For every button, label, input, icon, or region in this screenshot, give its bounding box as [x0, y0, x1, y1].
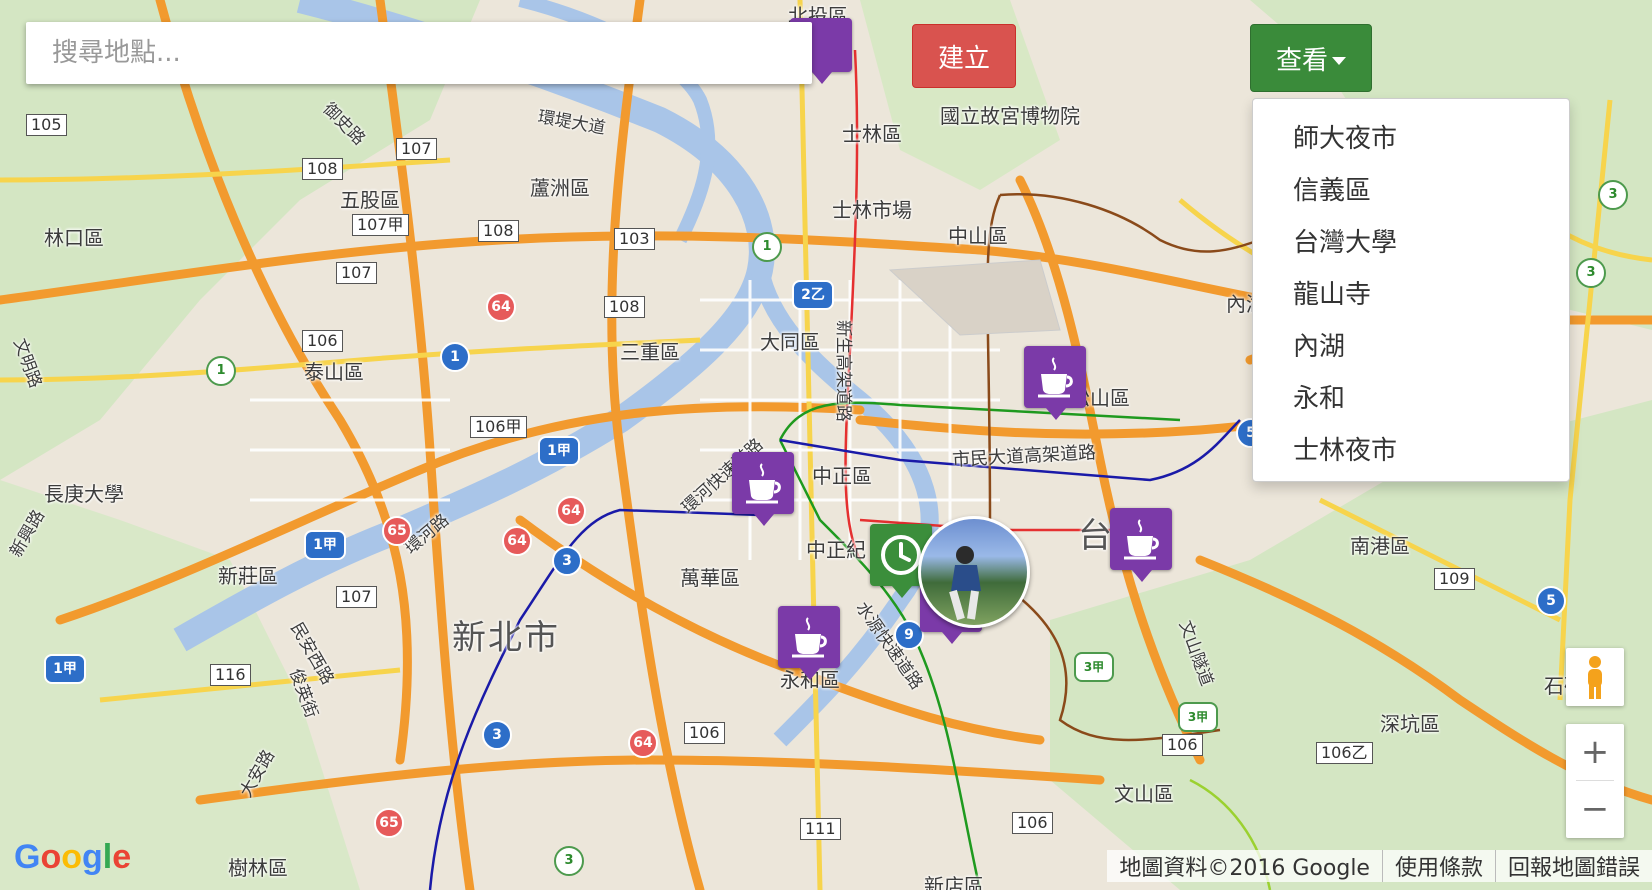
route-shield: 106	[1162, 734, 1203, 756]
map-label: 大同區	[760, 330, 820, 354]
route-shield: 106乙	[1316, 742, 1373, 764]
county-shield: 3	[1598, 180, 1628, 210]
route-shield: 106	[302, 330, 343, 352]
route-shield: 108	[604, 296, 645, 318]
route-shield: 106	[684, 722, 725, 744]
provincial-shield: 2乙	[792, 280, 834, 310]
map-footer: 地圖資料©2016 Google 使用條款 回報地圖錯誤	[1107, 850, 1652, 882]
route-shield: 109	[1434, 568, 1475, 590]
county-shield: 1	[752, 232, 782, 262]
coffee-cup-icon	[1124, 519, 1159, 560]
route-shield: 107	[336, 586, 377, 608]
county-shield: 1	[206, 356, 236, 386]
svg-text:Google: Google	[14, 838, 131, 876]
map-label: 樹林區	[228, 856, 288, 880]
map-data-attribution: 地圖資料©2016 Google	[1107, 850, 1383, 882]
cafe-marker[interactable]	[732, 452, 794, 526]
road-label: 中正紀	[806, 538, 866, 562]
zoom-control: + −	[1566, 724, 1624, 838]
menu-item-shilin-night-market[interactable]: 士林夜市	[1253, 425, 1569, 477]
map-label: 三重區	[620, 340, 680, 364]
map-label: 台	[1078, 516, 1114, 556]
coffee-cup-icon	[792, 617, 827, 658]
map-label: 五股區	[340, 188, 400, 212]
user-avatar[interactable]	[918, 516, 1030, 628]
person-photo-icon	[949, 546, 981, 621]
county-shield: 3甲	[1178, 702, 1218, 732]
map-label: 文山區	[1114, 782, 1174, 806]
route-shield: 105	[26, 114, 67, 136]
map-label: 中山區	[948, 224, 1008, 248]
coffee-cup-icon	[1038, 357, 1073, 398]
map-label: 士林區	[842, 122, 902, 146]
expressway-shield: 64	[502, 526, 532, 556]
map-label: 南港區	[1350, 534, 1410, 558]
google-logo[interactable]: Google	[14, 836, 144, 889]
create-button[interactable]: 建立	[912, 24, 1016, 88]
map-label: 萬華區	[680, 566, 740, 590]
menu-item-shida-night-market[interactable]: 師大夜市	[1253, 113, 1569, 165]
route-shield: 107甲	[352, 214, 409, 236]
street-view-pegman[interactable]	[1566, 648, 1624, 706]
view-dropdown-button[interactable]: 查看	[1250, 24, 1372, 92]
expressway-shield: 65	[382, 516, 412, 546]
map-label: 長庚大學	[44, 482, 124, 506]
provincial-shield: 1	[440, 342, 470, 372]
search-input[interactable]	[26, 22, 812, 84]
provincial-shield: 1甲	[304, 530, 346, 560]
route-shield: 103	[614, 228, 655, 250]
route-shield: 106	[1012, 812, 1053, 834]
view-button-label: 查看	[1275, 45, 1328, 76]
terms-link[interactable]: 使用條款	[1383, 850, 1496, 882]
provincial-shield: 1甲	[538, 436, 580, 466]
expressway-shield: 64	[628, 728, 658, 758]
map-label: 國立故宮博物院	[940, 104, 1080, 128]
county-shield: 3甲	[1074, 652, 1114, 682]
cafe-marker[interactable]	[1024, 346, 1086, 420]
map-label: 林口區	[44, 226, 104, 250]
expressway-shield: 65	[374, 808, 404, 838]
county-shield: 3	[554, 846, 584, 876]
provincial-shield: 5	[1536, 586, 1566, 616]
pegman-icon	[1588, 656, 1602, 699]
zoom-in-button[interactable]: +	[1566, 724, 1624, 780]
map-label: 深坑區	[1380, 712, 1440, 736]
cafe-marker[interactable]	[1110, 508, 1172, 582]
caret-down-icon	[1332, 57, 1346, 65]
map-label: 士林市場	[832, 198, 912, 222]
route-shield: 107	[396, 138, 437, 160]
map-label: 中正區	[812, 464, 872, 488]
map-label: 新莊區	[218, 564, 278, 588]
coffee-cup-icon	[746, 463, 781, 504]
expressway-shield: 64	[486, 292, 516, 322]
road-label: 新生高架道路	[833, 320, 853, 422]
map-label: 新店區	[924, 874, 984, 890]
menu-item-neihu[interactable]: 內湖	[1253, 321, 1569, 373]
provincial-shield: 3	[482, 720, 512, 750]
route-shield: 116	[210, 664, 251, 686]
menu-item-ntu[interactable]: 台灣大學	[1253, 217, 1569, 269]
provincial-shield: 1甲	[44, 654, 86, 684]
route-shield: 111	[800, 818, 841, 840]
city-label: 新北市	[452, 618, 560, 658]
zoom-out-button[interactable]: −	[1566, 781, 1624, 837]
route-shield: 108	[478, 220, 519, 242]
cafe-marker[interactable]	[778, 606, 840, 680]
provincial-shield: 3	[552, 546, 582, 576]
map-label: 蘆洲區	[530, 176, 590, 200]
google-wordmark: Google	[14, 838, 131, 876]
view-dropdown-menu: 師大夜市 信義區 台灣大學 龍山寺 內湖 永和 士林夜市	[1252, 98, 1570, 482]
menu-item-yonghe[interactable]: 永和	[1253, 373, 1569, 425]
route-shield: 106甲	[470, 416, 527, 438]
route-shield: 108	[302, 158, 343, 180]
expressway-shield: 64	[556, 496, 586, 526]
map-label: 泰山區	[304, 360, 364, 384]
route-shield: 107	[336, 262, 377, 284]
menu-item-longshan-temple[interactable]: 龍山寺	[1253, 269, 1569, 321]
county-shield: 3	[1576, 258, 1606, 288]
menu-item-xinyi[interactable]: 信義區	[1253, 165, 1569, 217]
report-error-link[interactable]: 回報地圖錯誤	[1496, 850, 1652, 882]
